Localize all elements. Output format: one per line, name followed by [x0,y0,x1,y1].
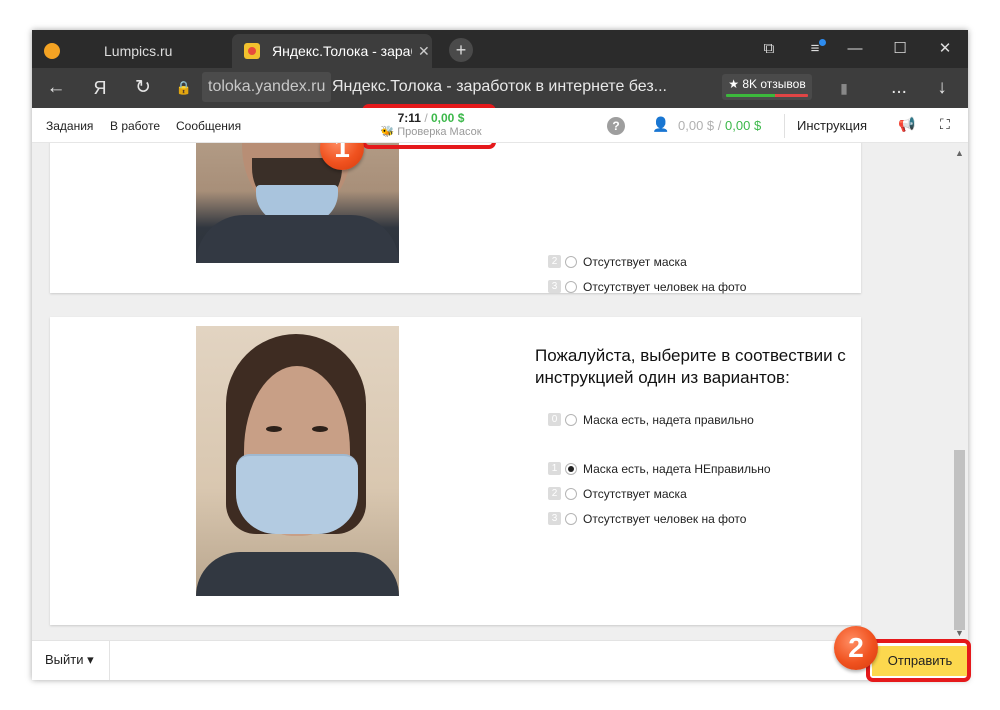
tab-title: Яндекс.Толока - зарабо [272,43,412,59]
option-mask-correct[interactable]: 0 Маска есть, надета правильно [548,407,771,432]
bottom-bar: Выйти ▾ Отправить [32,640,968,680]
scrollbar-thumb[interactable] [954,450,965,630]
url-page-title[interactable]: Яндекс.Толока - заработок в интернете бе… [332,78,672,96]
hotkey-badge: 2 [548,487,561,500]
answer-options: 2 Отсутствует маска 3 Отсутствует челове… [548,249,746,299]
tab-strip: Lumpics.ru Яндекс.Толока - зарабо ✕ + ⧉ … [32,30,968,68]
more-button[interactable]: ... [887,76,911,100]
option-label: Маска есть, надета правильно [583,412,754,427]
radio-button[interactable] [565,487,577,500]
tab-title: Lumpics.ru [104,43,173,59]
tab-close-icon[interactable]: ✕ [418,43,430,60]
timer-time: 7:11 [397,111,421,125]
browser-menu-icon[interactable]: ≡ [800,37,830,61]
option-label: Отсутствует человек на фото [583,279,747,294]
lumpics-favicon-icon [44,43,60,59]
option-no-person[interactable]: 3 Отсутствует человек на фото [548,274,746,299]
tab-lumpics[interactable]: Lumpics.ru [32,34,230,68]
radio-button[interactable] [565,255,577,268]
download-button[interactable]: ↓ [930,76,954,100]
task-question: Пожалуйста, выберите в соотвествии с инс… [535,346,846,387]
user-icon[interactable]: 👤 [652,116,669,133]
scroll-down-icon[interactable]: ▼ [955,628,964,638]
help-icon[interactable]: ? [607,117,625,135]
radio-button[interactable] [565,280,577,293]
nav-messages[interactable]: Сообщения [176,119,241,133]
timer-slash: / [424,111,428,125]
reviews-badge[interactable]: ★ 8K отзывов [722,74,812,100]
balance-available: 0,00 $ [725,118,762,133]
balance-separator: / [717,118,722,133]
hotkey-badge: 1 [548,462,561,475]
reload-button[interactable]: ↻ [131,76,155,100]
task-photo [196,326,399,596]
option-label: Отсутствует маска [583,486,687,501]
balance-pending: 0,00 $ [678,118,715,133]
lock-icon: 🔒 [175,80,193,95]
option-label: Отсутствует человек на фото [583,511,747,526]
hotkey-badge: 3 [548,512,561,525]
balance: 0,00 $ / 0,00 $ [678,118,761,133]
radio-button-checked[interactable] [565,462,577,475]
fullscreen-icon[interactable]: ⛶ [940,116,950,133]
hotkey-badge: 3 [548,280,561,293]
task-list: 2 Отсутствует маска 3 Отсутствует челове… [32,143,968,640]
nav-in-work[interactable]: В работе [110,119,160,133]
highlight-frame-submit [866,639,971,682]
tab-bookmarks-icon[interactable]: ⧉ [754,37,784,61]
browser-window: Lumpics.ru Яндекс.Толока - зарабо ✕ + ⧉ … [32,30,968,680]
option-label: Маска есть, надета НЕправильно [583,461,771,476]
hotkey-badge: 0 [548,413,561,426]
toloka-toolbar: Задания В работе Сообщения 7:11 / 0,00 $… [32,108,968,143]
maximize-button[interactable]: ☐ [885,37,915,61]
address-bar: ← Я ↻ 🔒 toloka.yandex.ru Яндекс.Толока -… [32,68,968,108]
minimize-button[interactable]: — [840,37,870,61]
scrollbar[interactable]: ▲ ▼ [951,143,968,640]
timer-earnings: 0,00 $ [431,111,465,125]
task-card: Пожалуйста, выберите в соотвествии с инс… [50,317,861,625]
instruction-button[interactable]: Инструкция [797,118,867,133]
radio-button[interactable] [565,413,577,426]
hotkey-badge: 2 [548,255,561,268]
url-host[interactable]: toloka.yandex.ru [202,72,332,102]
close-window-button[interactable]: ✕ [930,37,960,61]
new-tab-button[interactable]: + [449,38,473,62]
task-card: 2 Отсутствует маска 3 Отсутствует челове… [50,143,861,294]
option-mask-incorrect[interactable]: 1 Маска есть, надета НЕправильно [548,456,771,481]
yandex-button[interactable]: Я [88,76,112,100]
scroll-up-icon[interactable]: ▲ [955,148,964,158]
option-no-mask[interactable]: 2 Отсутствует маска [548,481,771,506]
toloka-favicon-icon [244,43,260,59]
exit-button[interactable]: Выйти ▾ [32,641,110,680]
step-marker-2: 2 [834,626,878,670]
option-label: Отсутствует маска [583,254,687,269]
tab-toloka[interactable]: Яндекс.Толока - зарабо ✕ [232,34,432,68]
task-timer: 7:11 / 0,00 $ 🐝 Проверка Масок [369,111,493,143]
megaphone-icon[interactable]: 📢 [898,116,915,133]
bookmark-icon[interactable]: ▮ [832,76,856,100]
radio-button[interactable] [565,512,577,525]
task-photo [196,143,399,263]
nav-tasks[interactable]: Задания [46,119,93,133]
back-button[interactable]: ← [44,76,68,100]
option-no-person[interactable]: 3 Отсутствует человек на фото [548,506,771,531]
project-name: 🐝 Проверка Масок [380,126,482,138]
toolbar-divider [784,114,785,138]
option-no-mask[interactable]: 2 Отсутствует маска [548,249,746,274]
answer-options: 0 Маска есть, надета правильно 1 Маска е… [548,407,771,531]
